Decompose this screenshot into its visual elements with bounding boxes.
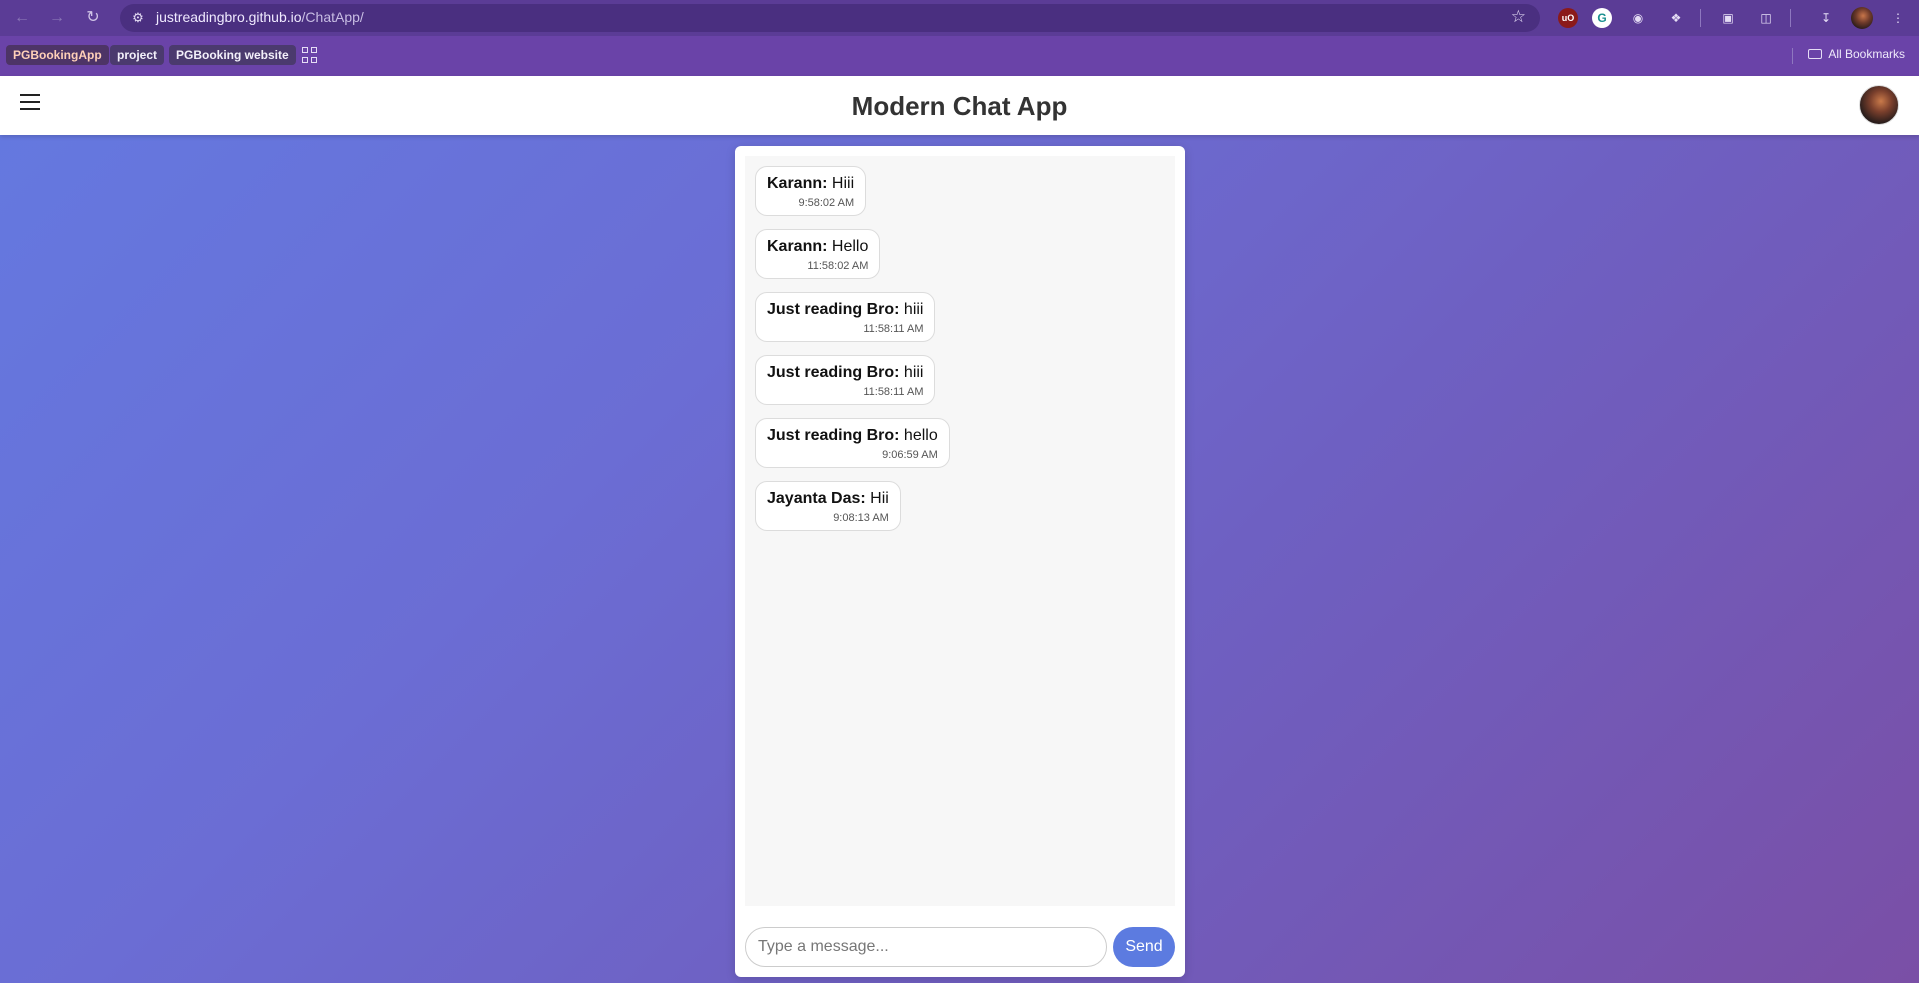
page-background: Modern Chat App Karann: Hiii 9:58:02 AM …	[0, 76, 1919, 983]
message-time: 9:08:13 AM	[833, 512, 889, 524]
chat-message: Karann: Hello 11:58:02 AM	[755, 229, 881, 279]
tab-search-icon[interactable]: ◫	[1756, 8, 1776, 28]
app-header: Modern Chat App	[0, 76, 1919, 135]
bookmarks-bar: PGBookingApp project PGBooking website A…	[0, 36, 1919, 76]
bookmarks-divider	[1792, 48, 1793, 64]
chat-message: Just reading Bro: hiii 11:58:11 AM	[755, 355, 936, 405]
bookmark-pgbooking-website[interactable]: PGBooking website	[169, 45, 296, 65]
message-input[interactable]	[745, 927, 1107, 967]
chat-container: Karann: Hiii 9:58:02 AM Karann: Hello 11…	[735, 146, 1185, 977]
message-composer: Send	[745, 927, 1175, 967]
site-info-icon[interactable]: ⚙	[128, 8, 148, 28]
message-text: hiii	[903, 364, 924, 381]
menu-dots-icon[interactable]: ⋮	[1888, 8, 1908, 28]
browser-profile-avatar[interactable]	[1851, 7, 1873, 29]
folder-icon	[1808, 49, 1823, 59]
extension-icon[interactable]: G	[1592, 8, 1612, 28]
apps-grid-icon[interactable]	[302, 47, 318, 63]
message-sender: Just reading Bro:	[767, 364, 900, 381]
message-time: 9:58:02 AM	[798, 197, 855, 209]
bookmark-pgbookingapp[interactable]: PGBookingApp	[6, 45, 109, 65]
url-text[interactable]: justreadingbro.github.io/ChatApp/	[156, 9, 364, 25]
message-text: Hello	[831, 238, 869, 255]
message-time: 9:06:59 AM	[882, 449, 938, 461]
lens-icon[interactable]: ▣	[1718, 8, 1738, 28]
page-title: Modern Chat App	[851, 91, 1068, 121]
all-bookmarks-button[interactable]: All Bookmarks	[1808, 47, 1905, 61]
ublock-icon[interactable]: uO	[1558, 8, 1578, 28]
toolbar-divider	[1790, 9, 1791, 27]
bookmark-project[interactable]: project	[110, 45, 165, 65]
avatar[interactable]	[1859, 85, 1899, 125]
forward-arrow-icon[interactable]: →	[47, 8, 67, 28]
send-button[interactable]: Send	[1113, 927, 1175, 967]
message-time: 11:58:02 AM	[807, 260, 869, 272]
browser-toolbar: ← → ↻ ⚙ justreadingbro.github.io/ChatApp…	[0, 0, 1919, 36]
message-time: 11:58:11 AM	[863, 386, 924, 398]
back-arrow-icon[interactable]: ←	[12, 8, 32, 28]
message-text: hello	[903, 427, 938, 444]
message-list[interactable]: Karann: Hiii 9:58:02 AM Karann: Hello 11…	[745, 156, 1175, 906]
chat-message: Just reading Bro: hello 9:06:59 AM	[755, 418, 950, 468]
camera-icon[interactable]: ◉	[1628, 8, 1648, 28]
puzzle-icon[interactable]: ❖	[1666, 8, 1686, 28]
reload-icon[interactable]: ↻	[83, 8, 103, 28]
message-sender: Karann:	[767, 175, 828, 192]
chat-message: Just reading Bro: hiii 11:58:11 AM	[755, 292, 936, 342]
download-icon[interactable]: ↧	[1816, 8, 1836, 28]
message-sender: Jayanta Das:	[767, 490, 866, 507]
message-text: Hii	[870, 490, 889, 507]
chat-message: Jayanta Das: Hii 9:08:13 AM	[755, 481, 901, 531]
message-text: hiii	[903, 301, 924, 318]
star-icon[interactable]: ☆	[1511, 7, 1526, 27]
message-sender: Karann:	[767, 238, 828, 255]
message-sender: Just reading Bro:	[767, 427, 900, 444]
message-text: Hiii	[831, 175, 855, 192]
chat-message: Karann: Hiii 9:58:02 AM	[755, 166, 867, 216]
message-sender: Just reading Bro:	[767, 301, 900, 318]
message-time: 11:58:11 AM	[863, 323, 924, 335]
toolbar-divider	[1700, 9, 1701, 27]
address-bar[interactable]: ⚙ justreadingbro.github.io/ChatApp/ ☆	[120, 4, 1540, 32]
